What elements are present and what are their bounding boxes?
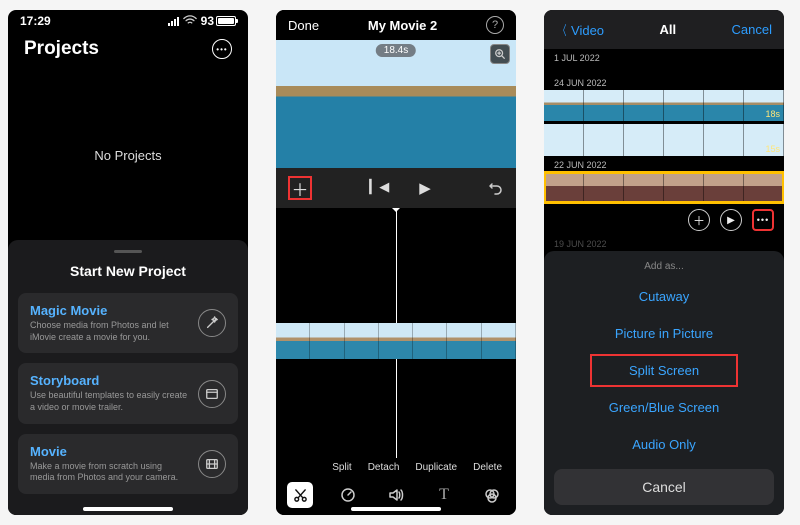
phone-projects: 17:29 93 Projects ••• No Projects Start … [8,10,248,515]
option-green-screen[interactable]: Green/Blue Screen [544,389,784,426]
card-title: Magic Movie [30,303,188,318]
clip-strip[interactable] [276,323,516,359]
cancel-top-button[interactable]: Cancel [732,22,772,37]
option-audio-only[interactable]: Audio Only [544,426,784,463]
volume-icon[interactable] [383,482,409,508]
undo-icon[interactable] [488,179,504,198]
option-cutaway[interactable]: Cutaway [544,278,784,315]
duration-badge: 18.4s [376,44,416,57]
option-split-screen[interactable]: Split Screen [588,352,740,389]
sheet-subtitle: Add as... [544,257,784,278]
done-button[interactable]: Done [288,18,319,33]
more-icon[interactable]: ••• [212,39,232,59]
segment-all[interactable]: All [659,22,676,37]
timeline[interactable] [276,208,516,458]
delete-button[interactable]: Delete [473,462,502,473]
detach-button[interactable]: Detach [368,462,400,473]
card-subtitle: Choose media from Photos and let iMovie … [30,320,188,343]
video-preview[interactable]: 18.4s [276,40,516,168]
wifi-icon [183,14,197,28]
section-date: 19 JUN 2022 [544,235,784,251]
clip-row[interactable]: 15s [544,124,784,155]
clock: 17:29 [20,14,51,28]
prev-frame-icon[interactable]: ▎◀ [369,179,389,197]
phone-editor: Done My Movie 2 ? 18.4s ＋ ▎◀ ▶ Split Det… [276,10,516,515]
play-preview-icon[interactable]: ▶ [720,209,742,231]
play-icon[interactable]: ▶ [419,179,431,197]
speed-icon[interactable] [335,482,361,508]
magic-movie-card[interactable]: Magic Movie Choose media from Photos and… [18,293,238,353]
card-subtitle: Use beautiful templates to easily create… [30,390,188,413]
clip-row[interactable]: 18s [544,90,784,121]
card-subtitle: Make a movie from scratch using media fr… [30,461,188,484]
section-date: 22 JUN 2022 [544,156,784,172]
new-project-sheet: Start New Project Magic Movie Choose med… [8,240,248,515]
add-icon[interactable]: ＋ [688,209,710,231]
card-title: Storyboard [30,373,188,388]
home-indicator[interactable] [351,507,441,511]
battery-icon: 93 [201,14,236,28]
more-options-icon[interactable]: ••• [752,209,774,231]
clip-row-selected[interactable] [544,172,784,203]
phone-media-picker: 〈Video All Cancel 1 JUL 2022 24 JUN 2022… [544,10,784,515]
section-date: 1 JUL 2022 [544,49,784,65]
filters-icon[interactable] [479,482,505,508]
project-title: My Movie 2 [368,18,437,33]
scissors-icon[interactable] [287,482,313,508]
back-button[interactable]: 〈Video [556,20,604,39]
clip-actions: Split Detach Duplicate Delete [276,458,516,475]
movie-card[interactable]: Movie Make a movie from scratch using me… [18,434,238,494]
sheet-title: Start New Project [18,263,238,279]
grabber-icon[interactable] [114,250,142,253]
status-bar: 17:29 93 [8,10,248,32]
duration-label: 15s [765,144,780,154]
help-icon[interactable]: ? [486,16,504,34]
zoom-icon[interactable] [490,44,510,64]
split-button[interactable]: Split [332,462,351,473]
home-indicator[interactable] [83,507,173,511]
cellular-icon [168,17,179,26]
empty-state-text: No Projects [8,70,248,240]
film-icon [198,450,226,478]
option-pip[interactable]: Picture in Picture [544,315,784,352]
cancel-button[interactable]: Cancel [554,469,774,505]
page-title: Projects [24,38,99,60]
storyboard-card[interactable]: Storyboard Use beautiful templates to ea… [18,363,238,423]
card-title: Movie [30,444,188,459]
add-as-sheet: Add as... Cutaway Picture in Picture Spl… [544,251,784,515]
add-media-button[interactable]: ＋ [288,176,312,200]
duration-label: 18s [765,109,780,119]
section-date: 24 JUN 2022 [544,74,784,90]
storyboard-icon [198,380,226,408]
wand-icon [198,309,226,337]
duplicate-button[interactable]: Duplicate [415,462,457,473]
text-icon[interactable]: T [431,482,457,508]
